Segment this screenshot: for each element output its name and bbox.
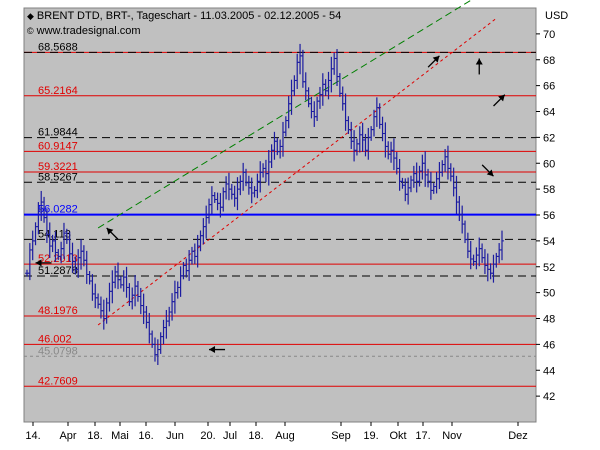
y-tick-label: 50 [543,288,555,300]
x-tick-label: Jun [166,430,184,442]
reference-label-65.2164: 65.2164 [38,85,78,97]
x-tick-label: 17. [415,430,430,442]
reference-label-60.9147: 60.9147 [38,140,78,152]
y-tick-label: 60 [543,158,555,170]
y-tick-label: 58 [543,184,555,196]
x-axis: 14. Apr 18. Mai 16. Jun 20. Jul 18. Aug Sep 19. Okt 1… [25,422,528,442]
chart-title-text: BRENT DTD, BRT-, Tageschart - 11.03.2005… [36,10,342,22]
x-tick-label: 18. [248,430,263,442]
y-tick-label: 62 [543,132,555,144]
reference-label-46.002: 46.002 [38,333,72,345]
reference-label-42.7609: 42.7609 [38,375,78,387]
y-tick-label: 48 [543,314,555,326]
y-tick-label: 56 [543,210,555,222]
x-tick-label: 14. [25,430,40,442]
reference-label-45.0798: 45.0798 [38,345,78,357]
x-tick-label: 16. [138,430,153,442]
y-tick-label: 64 [543,107,555,119]
x-tick-label: 19. [363,430,378,442]
x-tick-label: Aug [275,430,295,442]
y-tick-label: 54 [543,236,555,248]
chart-title: ◆ BRENT DTD, BRT-, Tageschart - 11.03.200… [27,10,341,22]
source-label: © www.tradesignal.com [27,25,141,37]
currency-label: USD [545,10,569,22]
y-axis: 42 44 46 48 50 52 54 56 58 60 62 64 66 68 70 [536,29,555,403]
x-tick-label: Okt [389,430,406,442]
diamond-icon: ◆ [27,11,34,21]
x-tick-label: Sep [331,430,351,442]
reference-label-54.113: 54.113 [38,228,71,240]
x-tick-label: Mai [111,430,129,442]
source-text: www.tradesignal.com [36,25,141,37]
y-tick-label: 44 [543,365,555,377]
y-tick-label: 66 [543,81,555,93]
x-tick-label: Apr [59,430,76,442]
reference-label-48.1976: 48.1976 [38,305,78,317]
y-tick-label: 52 [543,262,555,274]
price-chart: 68.568865.216461.984460.914759.322158.52… [23,0,555,442]
y-tick-label: 42 [543,391,555,403]
reference-label-51.2878: 51.2878 [38,265,78,277]
reference-label-68.5688: 68.5688 [38,41,78,53]
reference-label-61.9844: 61.9844 [38,127,78,139]
x-tick-label: 18. [87,430,102,442]
y-tick-label: 68 [543,55,555,67]
y-tick-label: 46 [543,339,555,351]
x-tick-label: Nov [442,430,462,442]
copyright-icon: © [27,26,34,36]
y-tick-label: 70 [543,29,555,41]
x-tick-label: Dez [508,430,528,442]
x-tick-label: 20. [200,430,215,442]
reference-label-58.5267: 58.5267 [38,171,78,183]
x-tick-label: Jul [223,430,237,442]
